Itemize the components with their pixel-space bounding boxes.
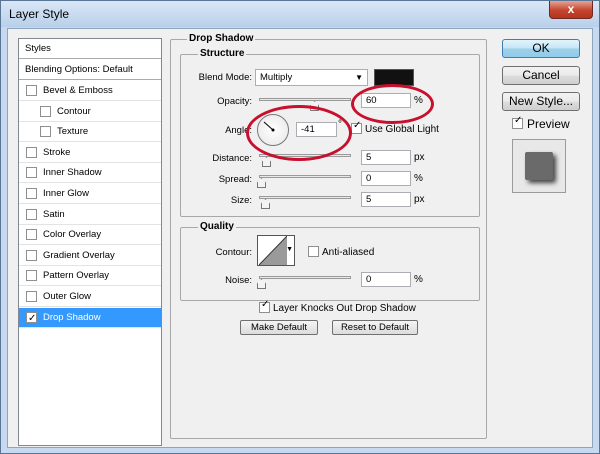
knocks-out-label: Layer Knocks Out Drop Shadow bbox=[273, 303, 416, 314]
reset-to-default-button[interactable]: Reset to Default bbox=[332, 320, 418, 335]
style-item-label: Gradient Overlay bbox=[43, 249, 115, 261]
style-item-label: Outer Glow bbox=[43, 291, 92, 302]
noise-percent: % bbox=[414, 274, 423, 285]
spread-slider-track[interactable] bbox=[259, 175, 351, 178]
contour-label: Contour: bbox=[215, 247, 252, 258]
style-item-checkbox[interactable] bbox=[26, 291, 37, 302]
preview-label: Preview bbox=[527, 117, 570, 131]
panel-title: Drop Shadow bbox=[187, 33, 256, 44]
size-field[interactable]: 5 bbox=[361, 192, 411, 207]
quality-title: Quality bbox=[198, 221, 236, 232]
style-item-gradient-overlay[interactable]: Gradient Overlay bbox=[19, 246, 161, 266]
style-item-contour[interactable]: Contour bbox=[19, 102, 161, 122]
style-item-inner-glow[interactable]: Inner Glow bbox=[19, 184, 161, 204]
use-global-light-label: Use Global Light bbox=[365, 124, 439, 135]
spread-percent: % bbox=[414, 173, 423, 184]
close-button[interactable]: x bbox=[549, 1, 593, 19]
style-item-checkbox[interactable] bbox=[26, 270, 37, 282]
blend-mode-value: Multiply bbox=[260, 72, 293, 83]
contour-dropdown-arrow-icon: ▼ bbox=[286, 246, 293, 253]
contour-picker[interactable]: ▼ bbox=[257, 235, 295, 266]
style-item-label: Color Overlay bbox=[43, 229, 102, 241]
opacity-label: Opacity: bbox=[217, 96, 252, 107]
preview-swatch bbox=[525, 152, 553, 180]
angle-highlight-ring bbox=[246, 105, 352, 161]
cancel-button[interactable]: Cancel bbox=[502, 66, 580, 85]
styles-list: Styles Blending Options: Default Bevel &… bbox=[18, 38, 162, 446]
style-item-label: Pattern Overlay bbox=[43, 270, 109, 282]
style-item-inner-shadow[interactable]: Inner Shadow bbox=[19, 163, 161, 184]
noise-field[interactable]: 0 bbox=[361, 272, 411, 287]
style-item-checkbox[interactable] bbox=[26, 146, 37, 158]
use-global-light-checkbox[interactable] bbox=[351, 120, 362, 134]
style-item-checkbox[interactable] bbox=[26, 167, 37, 179]
style-item-bevel-emboss[interactable]: Bevel & Emboss bbox=[19, 81, 161, 101]
style-item-checkbox[interactable] bbox=[40, 126, 51, 138]
style-item-texture[interactable]: Texture bbox=[19, 122, 161, 143]
size-slider-track[interactable] bbox=[259, 196, 351, 199]
blending-options-item[interactable]: Blending Options: Default bbox=[19, 60, 161, 80]
style-item-label: Inner Glow bbox=[43, 188, 89, 199]
style-item-checkbox[interactable] bbox=[26, 309, 37, 329]
style-item-satin[interactable]: Satin bbox=[19, 205, 161, 225]
opacity-slider-track[interactable] bbox=[259, 98, 351, 101]
blend-mode-select[interactable]: Multiply ▼ bbox=[255, 69, 368, 86]
style-item-checkbox[interactable] bbox=[26, 85, 37, 96]
anti-aliased-label: Anti-aliased bbox=[322, 247, 375, 258]
style-item-drop-shadow[interactable]: Drop Shadow bbox=[19, 307, 161, 329]
contour-curve-icon bbox=[259, 236, 287, 265]
style-item-stroke[interactable]: Stroke bbox=[19, 143, 161, 163]
spread-field[interactable]: 0 bbox=[361, 171, 411, 186]
style-item-label: Texture bbox=[57, 126, 89, 138]
noise-slider-track[interactable] bbox=[259, 276, 351, 279]
close-icon: x bbox=[567, 2, 575, 16]
dropdown-arrow-icon: ▼ bbox=[355, 73, 363, 82]
noise-label: Noise: bbox=[225, 275, 252, 286]
style-item-checkbox[interactable] bbox=[26, 249, 37, 261]
quality-group bbox=[180, 227, 480, 301]
style-item-label: Stroke bbox=[43, 146, 71, 158]
anti-aliased-checkbox[interactable] bbox=[308, 246, 319, 257]
size-px: px bbox=[414, 194, 425, 205]
preview-checkbox[interactable] bbox=[512, 115, 523, 129]
style-item-label: Inner Shadow bbox=[43, 167, 102, 179]
spread-label: Spread: bbox=[218, 174, 252, 185]
style-item-checkbox[interactable] bbox=[26, 208, 37, 220]
layer-style-dialog: Layer Style x Styles Blending Options: D… bbox=[0, 0, 600, 454]
structure-title: Structure bbox=[198, 48, 247, 59]
style-item-checkbox[interactable] bbox=[26, 188, 37, 199]
window-title: Layer Style bbox=[9, 7, 70, 21]
style-item-label: Satin bbox=[43, 208, 65, 220]
title-bar[interactable]: Layer Style x bbox=[1, 1, 599, 27]
blend-mode-label: Blend Mode: bbox=[198, 72, 252, 83]
style-item-checkbox[interactable] bbox=[26, 229, 37, 241]
dialog-body: Styles Blending Options: Default Bevel &… bbox=[7, 28, 593, 448]
style-item-label: Bevel & Emboss bbox=[43, 85, 113, 96]
new-style-button[interactable]: New Style... bbox=[502, 92, 580, 111]
style-item-color-overlay[interactable]: Color Overlay bbox=[19, 225, 161, 246]
distance-label: Distance: bbox=[212, 153, 252, 164]
style-item-label: Contour bbox=[57, 105, 91, 117]
make-default-button[interactable]: Make Default bbox=[240, 320, 318, 335]
opacity-highlight-ring bbox=[351, 84, 434, 124]
style-item-pattern-overlay[interactable]: Pattern Overlay bbox=[19, 266, 161, 287]
style-item-label: Drop Shadow bbox=[43, 311, 101, 323]
style-item-outer-glow[interactable]: Outer Glow bbox=[19, 287, 161, 307]
style-item-checkbox[interactable] bbox=[40, 105, 51, 117]
distance-field[interactable]: 5 bbox=[361, 150, 411, 165]
distance-px: px bbox=[414, 152, 425, 163]
styles-header[interactable]: Styles bbox=[19, 39, 161, 59]
ok-button[interactable]: OK bbox=[502, 39, 580, 58]
style-preview-box bbox=[512, 139, 566, 193]
knocks-out-checkbox[interactable] bbox=[259, 299, 270, 313]
size-label: Size: bbox=[230, 195, 252, 206]
